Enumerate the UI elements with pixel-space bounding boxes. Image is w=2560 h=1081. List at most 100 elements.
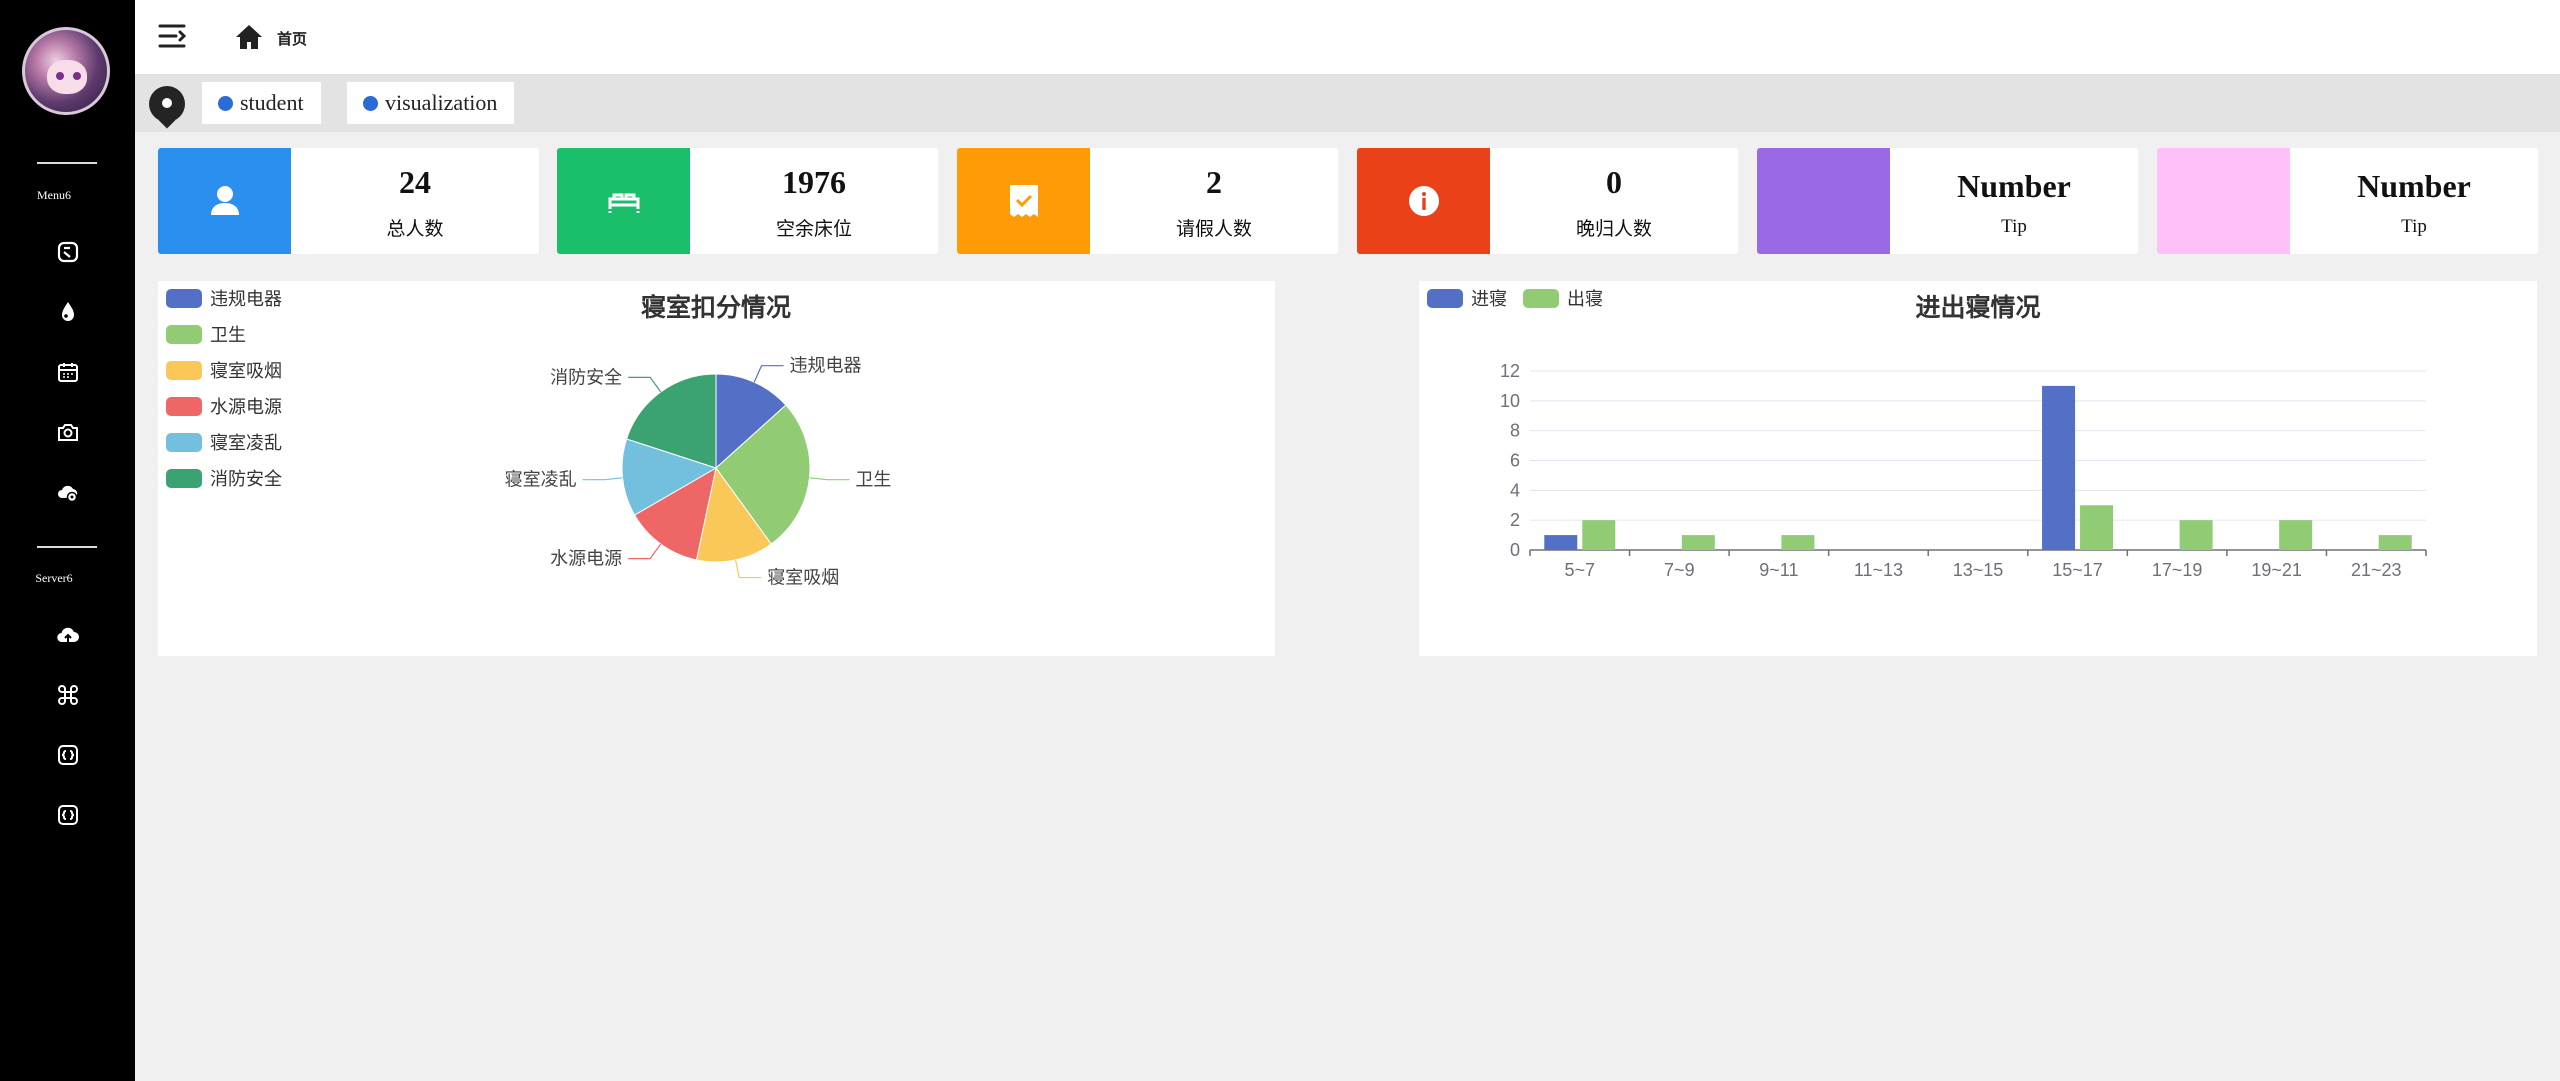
breadcrumb-home[interactable]: 首页	[277, 28, 307, 49]
stat-card-total[interactable]: 24 总人数	[158, 148, 539, 254]
sidebar-item-code-icon[interactable]	[56, 803, 80, 827]
sidebar-item-layout-icon[interactable]	[56, 240, 80, 264]
receipt-check-icon	[957, 148, 1090, 254]
pie-label-line	[753, 365, 784, 383]
sidebar-server-title: Server6	[35, 571, 73, 585]
x-tick-label: 7~9	[1664, 560, 1695, 580]
y-tick-label: 2	[1510, 510, 1520, 530]
stat-value: Number	[2357, 168, 2471, 204]
stat-label: 请假人数	[1175, 219, 1252, 240]
x-tick-label: 9~11	[1759, 560, 1798, 580]
sidebar-item-camera-icon[interactable]	[56, 420, 80, 444]
legend-label[interactable]: 违规电器	[210, 289, 282, 309]
legend-label[interactable]: 卫生	[210, 325, 246, 345]
pie-label-line	[582, 477, 623, 481]
legend-swatch[interactable]	[166, 289, 202, 308]
pie-chart-panel: 寝室扣分情况 违规电器 卫生 寝室吸烟 水源电源 寝室凌乱 消防安全 违规电器 卫生 寝室吸烟水…	[158, 281, 1275, 656]
chart-title: 寝室扣分情况	[641, 293, 791, 322]
tags-view-bar: student visualization	[135, 74, 2560, 132]
sidebar-menu-title: Menu6	[37, 188, 71, 202]
user-icon	[158, 148, 291, 254]
pie-slice-label: 卫生	[855, 470, 891, 490]
pie-slice-label: 寝室吸烟	[767, 568, 839, 588]
pie-label-line	[734, 559, 762, 579]
legend-label[interactable]: 进寝	[1471, 289, 1507, 309]
sidebar-item-calendar-icon[interactable]	[56, 360, 80, 384]
sidebar-divider	[37, 546, 97, 548]
sidebar-item-cloud-settings-icon[interactable]	[56, 480, 80, 504]
location-pin-icon[interactable]	[149, 86, 185, 122]
pie-label-line	[809, 477, 850, 481]
stat-label: 总人数	[386, 219, 444, 240]
legend-swatch[interactable]	[166, 325, 202, 344]
stat-card-placeholder[interactable]: Number Tip	[1757, 148, 2138, 254]
tab-student[interactable]: student	[202, 82, 321, 124]
stat-card-free-beds[interactable]: 1976 空余床位	[557, 148, 938, 254]
legend-swatch[interactable]	[166, 361, 202, 380]
stat-label: 晚归人数	[1575, 219, 1652, 240]
legend-swatch[interactable]	[166, 433, 202, 452]
tab-label: student	[240, 90, 304, 115]
bar[interactable]	[2042, 385, 2076, 550]
menu-toggle-icon[interactable]	[157, 20, 189, 52]
legend-label[interactable]: 寝室凌乱	[210, 433, 282, 453]
bar[interactable]	[2179, 520, 2213, 550]
x-tick-label: 17~19	[2152, 560, 2203, 580]
stat-label: Tip	[2401, 216, 2427, 237]
sidebar-item-cloud-upload-icon[interactable]	[56, 623, 80, 647]
bar[interactable]	[1582, 520, 1616, 550]
bar[interactable]	[2080, 505, 2114, 550]
info-icon	[1357, 148, 1490, 254]
sidebar-divider	[37, 162, 97, 164]
active-dot	[218, 95, 233, 111]
pie-slice-label: 寝室凌乱	[505, 470, 577, 490]
card-color-block	[1757, 148, 1890, 254]
bar-chart-panel: 进出寝情况 进寝 出寝 0 2 4 6 8 10 12 5~7 7~9 9~11 11~13 13~15 1…	[1419, 281, 2537, 656]
y-tick-label: 12	[1500, 361, 1520, 381]
avatar[interactable]	[22, 27, 110, 115]
tab-label: visualization	[385, 90, 498, 115]
legend-label[interactable]: 水源电源	[210, 397, 282, 417]
stat-label: Tip	[2001, 216, 2027, 237]
bar[interactable]	[1781, 535, 1815, 550]
legend-swatch[interactable]	[1427, 289, 1463, 308]
stat-card-leave[interactable]: 2 请假人数	[957, 148, 1338, 254]
x-tick-label: 19~21	[2251, 560, 2302, 580]
stat-value: 1976	[782, 164, 846, 200]
stat-card-late-return[interactable]: 0 晚归人数	[1357, 148, 1738, 254]
bar[interactable]	[2279, 520, 2313, 550]
x-tick-label: 15~17	[2052, 560, 2103, 580]
sidebar-item-code-icon[interactable]	[56, 743, 80, 767]
y-tick-label: 6	[1510, 451, 1520, 471]
legend-label[interactable]: 消防安全	[210, 469, 282, 489]
legend-swatch[interactable]	[166, 469, 202, 488]
legend-label[interactable]: 寝室吸烟	[210, 361, 282, 381]
stat-card-placeholder[interactable]: Number Tip	[2157, 148, 2538, 254]
y-tick-label: 10	[1500, 391, 1520, 411]
pie-label-line	[628, 376, 662, 393]
x-tick-label: 13~15	[1953, 560, 2004, 580]
bar-chart: 进出寝情况 进寝 出寝 0 2 4 6 8 10 12 5~7 7~9 9~11 11~13 13~15 1…	[1427, 289, 2427, 580]
pie-slice-label: 消防安全	[550, 367, 622, 387]
stat-value: 0	[1606, 164, 1622, 200]
top-header: 首页	[135, 0, 2560, 74]
chart-title: 进出寝情况	[1915, 293, 2040, 322]
bar[interactable]	[2378, 535, 2412, 550]
legend-label[interactable]: 出寝	[1567, 289, 1603, 309]
sidebar-item-command-icon[interactable]	[56, 683, 80, 707]
x-tick-label: 5~7	[1565, 560, 1596, 580]
bed-icon	[557, 148, 690, 254]
sidebar: Menu6 Server6	[0, 0, 135, 1081]
y-tick-label: 0	[1510, 540, 1520, 560]
pie-slice-label: 违规电器	[790, 356, 862, 376]
legend-swatch[interactable]	[1523, 289, 1559, 308]
pie-slice-label: 水源电源	[550, 549, 622, 569]
card-color-block	[2157, 148, 2290, 254]
tab-visualization[interactable]: visualization	[347, 82, 515, 124]
stat-value: Number	[1957, 168, 2071, 204]
bar[interactable]	[1681, 535, 1715, 550]
bar[interactable]	[1544, 535, 1578, 550]
sidebar-item-drop-icon[interactable]	[56, 300, 80, 324]
legend-swatch[interactable]	[166, 397, 202, 416]
home-icon[interactable]	[235, 24, 263, 50]
